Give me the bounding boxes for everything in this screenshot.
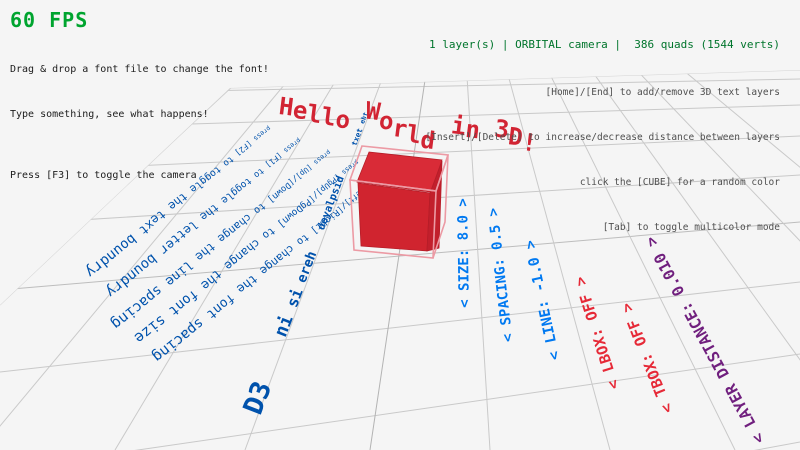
- help-cube-color: click the [CUBE] for a random color: [425, 175, 780, 190]
- fps-counter: 60 FPS: [10, 8, 88, 32]
- render-stats: 1 layer(s) | ORBITAL camera | 386 quads …: [425, 37, 780, 52]
- left-help-block: Drag & drop a font file to change the fo…: [10, 32, 269, 213]
- app-window: press [F2] to toggle the text boundrypre…: [0, 0, 800, 450]
- help-drag-drop: Drag & drop a font file to change the fo…: [10, 62, 269, 77]
- right-help-block: 1 layer(s) | ORBITAL camera | 386 quads …: [425, 7, 780, 265]
- help-toggle-camera: Press [F3] to toggle the camera: [10, 168, 269, 183]
- help-multicolor: [Tab] to toggle multicolor mode: [425, 220, 780, 235]
- help-layers: [Home]/[End] to add/remove 3D text layer…: [425, 85, 780, 100]
- help-layer-distance: [Insert]/[Delete] to increase/decrease d…: [425, 130, 780, 145]
- help-type-something: Type something, see what happens!: [10, 107, 269, 122]
